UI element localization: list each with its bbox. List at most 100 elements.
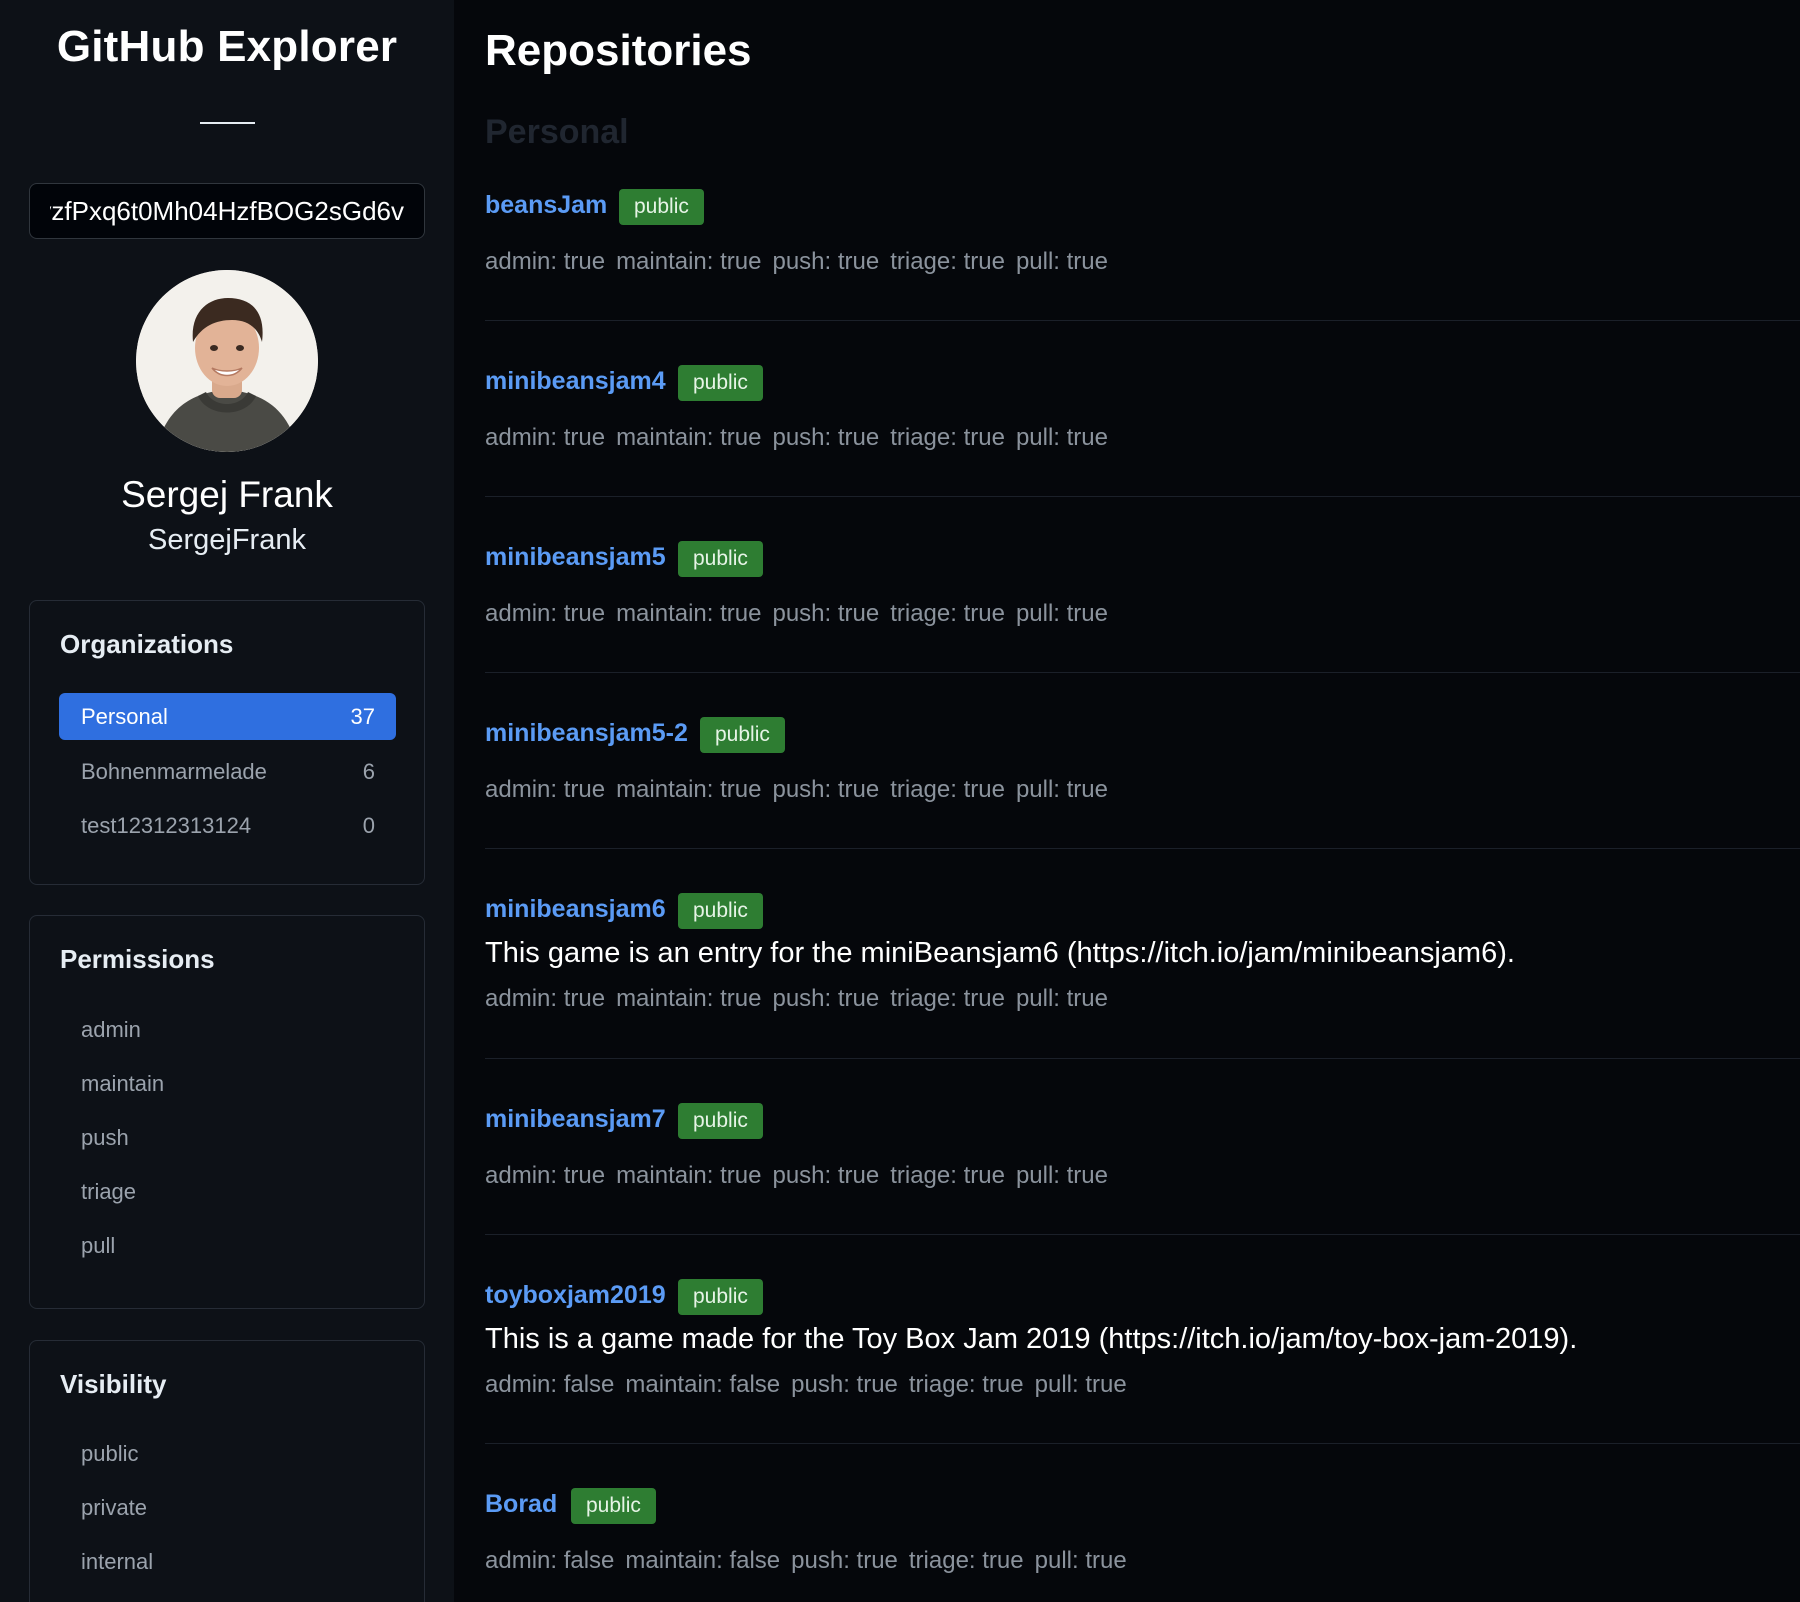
user-login: SergejFrank — [148, 524, 306, 556]
repo-link[interactable]: beansJam — [485, 191, 607, 220]
perm-triage: triage: true — [908, 1547, 1024, 1574]
perm-triage: triage: true — [890, 1162, 1005, 1189]
perm-pull: pull: true — [1015, 600, 1108, 627]
page-title: Repositories — [485, 26, 752, 75]
repo-description: This game is an entry for the miniBeansj… — [485, 937, 1515, 969]
perm-maintain: maintain: true — [616, 248, 762, 275]
repo-link[interactable]: toyboxjam2019 — [485, 1281, 666, 1310]
permission-filter-triage[interactable]: triage — [81, 1179, 136, 1205]
visibility-badge: public — [619, 189, 704, 225]
org-item-personal[interactable]: Personal 37 — [59, 693, 396, 740]
perm-triage: triage: true — [890, 600, 1005, 627]
permission-filter-pull[interactable]: pull — [81, 1233, 115, 1259]
perm-admin: admin: true — [485, 600, 606, 627]
permission-filter-admin[interactable]: admin — [81, 1017, 141, 1043]
perm-maintain: maintain: true — [616, 600, 762, 627]
repo-link[interactable]: minibeansjam4 — [485, 367, 666, 396]
org-item-bohnenmarmelade[interactable]: Bohnenmarmelade 6 — [59, 748, 396, 795]
perm-maintain: maintain: true — [616, 776, 762, 803]
perm-push: push: true — [772, 985, 880, 1012]
app-title: GitHub Explorer — [56, 22, 398, 71]
perm-triage: triage: true — [890, 248, 1005, 275]
repo-permissions: admin: true maintain: true push: true triag… — [485, 1162, 1119, 1190]
repo-permissions: admin: true maintain: true push: true triag… — [485, 248, 1119, 276]
perm-admin: admin: true — [485, 248, 606, 275]
perm-admin: admin: true — [485, 1162, 606, 1189]
section-title: Personal — [485, 113, 629, 151]
perm-maintain: maintain: true — [616, 424, 762, 451]
repo-divider — [485, 1058, 1800, 1059]
org-item-test12312313124[interactable]: test12312313124 0 — [59, 802, 396, 849]
repo-permissions: admin: false maintain: false push: true tri… — [485, 1371, 1138, 1399]
perm-admin: admin: true — [485, 985, 606, 1012]
repo-link[interactable]: minibeansjam5 — [485, 543, 666, 572]
repo-permissions: admin: true maintain: true push: true triag… — [485, 600, 1119, 628]
organizations-title: Organizations — [60, 629, 234, 659]
repo-permissions: admin: true maintain: true push: true triag… — [485, 424, 1119, 452]
perm-push: push: true — [791, 1547, 898, 1574]
perm-push: push: true — [772, 1162, 880, 1189]
perm-admin: admin: false — [485, 1547, 615, 1574]
repo-divider — [485, 848, 1800, 849]
repo-permissions: admin: true maintain: true push: true triag… — [485, 776, 1119, 804]
organizations-panel: Organizations Personal 37 Bohnenmarmelad… — [29, 600, 425, 885]
perm-maintain: maintain: true — [616, 985, 762, 1012]
token-input[interactable] — [29, 183, 425, 239]
perm-pull: pull: true — [1034, 1547, 1127, 1574]
visibility-badge: public — [678, 1103, 763, 1139]
repo-link[interactable]: minibeansjam5-2 — [485, 719, 688, 748]
visibility-badge: public — [700, 717, 785, 753]
perm-maintain: maintain: false — [625, 1371, 781, 1398]
perm-admin: admin: false — [485, 1371, 615, 1398]
avatar — [136, 270, 318, 452]
perm-push: push: true — [772, 600, 880, 627]
perm-pull: pull: true — [1015, 424, 1108, 451]
visibility-badge: public — [678, 893, 763, 929]
visibility-filter-internal[interactable]: internal — [81, 1549, 153, 1575]
repo-link[interactable]: minibeansjam6 — [485, 895, 666, 924]
permissions-title: Permissions — [60, 944, 215, 974]
perm-pull: pull: true — [1034, 1371, 1127, 1398]
org-count: 6 — [362, 759, 375, 784]
perm-triage: triage: true — [908, 1371, 1024, 1398]
repo-description: This is a game made for the Toy Box Jam … — [485, 1323, 1578, 1355]
org-label: Personal — [81, 704, 168, 729]
avatar-portrait-icon — [136, 270, 318, 452]
repo-divider — [485, 320, 1800, 321]
perm-pull: pull: true — [1015, 985, 1108, 1012]
visibility-filter-public[interactable]: public — [81, 1441, 138, 1467]
perm-pull: pull: true — [1015, 1162, 1108, 1189]
perm-triage: triage: true — [890, 985, 1005, 1012]
perm-triage: triage: true — [890, 424, 1005, 451]
repo-link[interactable]: minibeansjam7 — [485, 1105, 666, 1134]
perm-push: push: true — [772, 424, 880, 451]
visibility-panel: Visibility public private internal — [29, 1340, 425, 1602]
repo-permissions: admin: true maintain: true push: true triag… — [485, 985, 1119, 1013]
visibility-title: Visibility — [60, 1369, 167, 1399]
perm-push: push: true — [791, 1371, 898, 1398]
perm-pull: pull: true — [1015, 776, 1108, 803]
repo-divider — [485, 1443, 1800, 1444]
perm-push: push: true — [772, 776, 880, 803]
perm-admin: admin: true — [485, 776, 606, 803]
repo-link[interactable]: Borad — [485, 1490, 557, 1519]
repo-divider — [485, 1234, 1800, 1235]
visibility-badge: public — [678, 1279, 763, 1315]
sidebar: GitHub Explorer Sergej Frank SergejFrank… — [0, 0, 454, 1602]
title-divider — [200, 122, 255, 124]
org-label: Bohnenmarmelade — [81, 759, 267, 784]
permissions-panel: Permissions admin maintain push triage p… — [29, 915, 425, 1309]
repo-divider — [485, 672, 1800, 673]
org-count: 0 — [362, 813, 375, 838]
permission-filter-push[interactable]: push — [81, 1125, 129, 1151]
perm-triage: triage: true — [890, 776, 1005, 803]
repo-divider — [485, 496, 1800, 497]
permission-filter-maintain[interactable]: maintain — [81, 1071, 164, 1097]
org-label: test12312313124 — [81, 813, 252, 838]
visibility-badge: public — [678, 365, 763, 401]
perm-pull: pull: true — [1015, 248, 1108, 275]
user-name: Sergej Frank — [121, 474, 333, 515]
visibility-badge: public — [571, 1488, 656, 1524]
perm-maintain: maintain: false — [625, 1547, 781, 1574]
visibility-filter-private[interactable]: private — [81, 1495, 147, 1521]
